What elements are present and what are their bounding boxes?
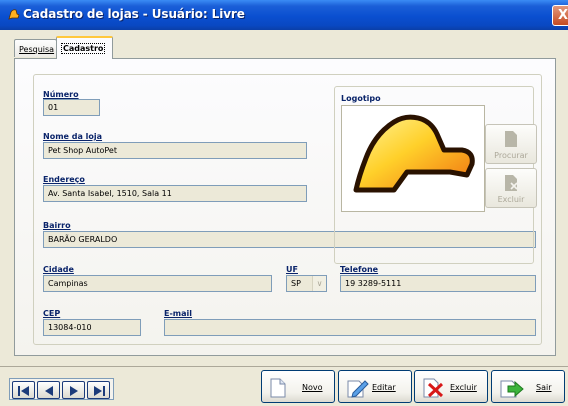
novo-button[interactable]: Novo [261,370,335,403]
numero-label: Número [43,90,79,99]
tab-cadastro-label: Cadastro [61,43,106,54]
main-window: Cadastro de lojas - Usuário: Livre X Pes… [0,0,568,406]
bairro-label: Bairro [43,221,71,230]
excluir-logo-button[interactable]: Excluir [485,168,537,208]
logo-group: Logotipo Procurar Excluir [334,86,537,264]
uf-select[interactable]: SP ∨ [286,275,327,292]
new-document-icon [270,378,286,398]
tab-cadastro[interactable]: Cadastro [56,36,113,59]
store-logo-image [353,114,475,193]
close-icon: X [558,8,568,23]
last-record-icon [94,386,105,396]
endereco-field[interactable]: Av. Santa Isabel, 1510, Sala 11 [43,185,307,202]
cep-field[interactable]: 13084-010 [43,319,141,336]
nome-label: Nome da loja [43,132,103,141]
separator [0,366,568,367]
next-record-button[interactable] [62,381,85,399]
delete-icon [423,378,444,398]
telefone-field[interactable]: 19 3289-5111 [340,275,536,292]
cep-label: CEP [43,309,61,318]
sair-label: Sair [536,383,552,392]
tab-pesquisa[interactable]: Pesquisa [14,39,57,57]
uf-value: SP [291,279,301,288]
exit-icon [500,380,524,398]
procurar-button[interactable]: Procurar [485,124,537,164]
endereco-label: Endereço [43,175,85,184]
previous-record-button[interactable] [37,381,60,399]
excluir-button[interactable]: Excluir [414,370,488,403]
app-logo-icon [8,9,20,20]
email-label: E-mail [164,309,193,318]
telefone-label: Telefone [340,265,379,274]
next-record-icon [70,386,78,396]
nome-field[interactable]: Pet Shop AutoPet [43,142,307,159]
window-title: Cadastro de lojas - Usuário: Livre [23,7,245,21]
excluir-logo-label: Excluir [497,195,525,204]
store-form-group: Número 01 Nome da loja Pet Shop AutoPet … [33,74,542,345]
novo-label: Novo [302,383,323,392]
last-record-button[interactable] [87,381,110,399]
cidade-label: Cidade [43,265,74,274]
first-record-button[interactable] [12,381,35,399]
cadastro-panel: Número 01 Nome da loja Pet Shop AutoPet … [14,58,556,356]
previous-record-icon [45,386,53,396]
document-icon [505,131,517,147]
procurar-label: Procurar [494,151,528,160]
logotipo-label: Logotipo [341,94,381,103]
numero-field[interactable]: 01 [43,99,100,116]
tab-pesquisa-label: Pesquisa [19,45,55,54]
email-field[interactable] [164,319,536,336]
first-record-icon [18,386,29,396]
cidade-field[interactable]: Campinas [43,275,272,292]
chevron-down-icon[interactable]: ∨ [312,276,326,291]
title-bar[interactable]: Cadastro de lojas - Usuário: Livre X [0,0,568,30]
edit-icon [347,380,369,398]
sair-button[interactable]: Sair [491,370,565,403]
excluir-label: Excluir [450,383,477,392]
logo-image-frame [341,105,485,212]
close-button[interactable]: X [552,5,568,26]
delete-document-icon [505,175,518,191]
editar-label: Editar [372,383,396,392]
bottom-toolbar: Novo Editar Excluir Sair [0,366,568,406]
record-navigator [9,378,114,400]
editar-button[interactable]: Editar [338,370,412,403]
uf-label: UF [286,265,298,274]
